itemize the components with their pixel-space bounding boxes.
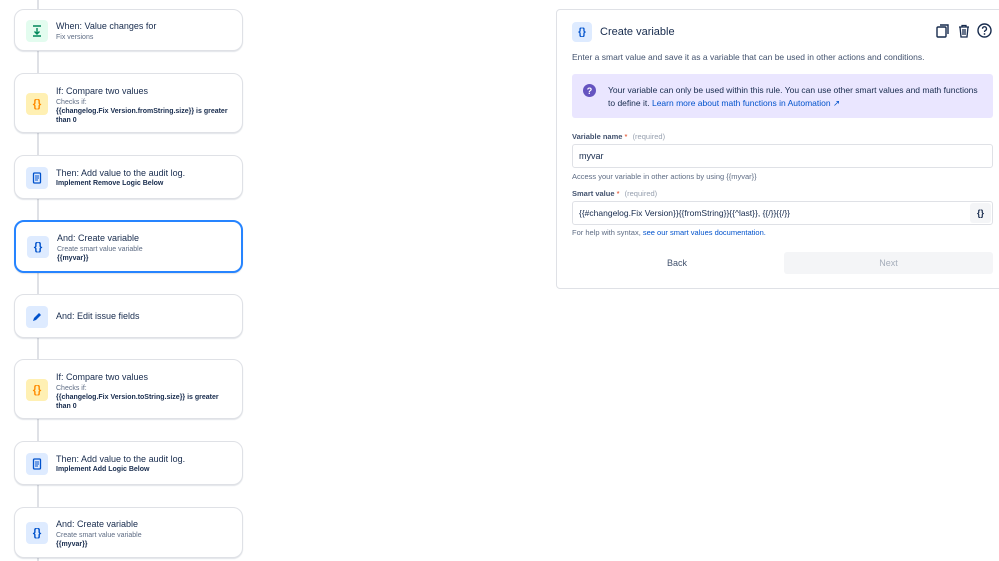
- pencil-icon: [26, 306, 48, 328]
- card-title: And: Edit issue fields: [56, 311, 140, 321]
- card-subtitle: Create smart value variable: [56, 532, 142, 539]
- card-title: If: Compare two values: [56, 372, 149, 382]
- rule-card-create-variable[interactable]: {} And: Create variable Create smart val…: [14, 507, 243, 558]
- rule-card-trigger[interactable]: When: Value changes for Fix versions: [14, 9, 243, 51]
- braces-icon: {}: [26, 522, 48, 544]
- required-mark: *: [616, 189, 620, 198]
- smart-value-label-text: Smart value: [572, 189, 615, 198]
- smart-value-insert-button[interactable]: {}: [970, 203, 991, 223]
- help-prefix: For help with syntax,: [572, 228, 641, 237]
- math-functions-link[interactable]: Learn more about math functions in Autom…: [652, 98, 840, 108]
- required-mark: *: [624, 132, 628, 141]
- panel-description: Enter a smart value and save it as a var…: [572, 52, 925, 62]
- card-detail: Implement Remove Logic Below: [56, 180, 164, 187]
- panel-tools: [935, 23, 992, 38]
- card-subtitle: Checks if:: [56, 385, 87, 392]
- syntax-help-text: For help with syntax, see our smart valu…: [572, 228, 766, 237]
- rule-card-action[interactable]: Then: Add value to the audit log. Implem…: [14, 155, 243, 199]
- variable-name-label: Variable name * (required): [572, 132, 665, 141]
- next-button[interactable]: Next: [784, 252, 993, 274]
- card-title: And: Create variable: [57, 233, 140, 243]
- info-text: Your variable can only be used within th…: [608, 84, 978, 110]
- rule-card-edit-fields[interactable]: And: Edit issue fields: [14, 294, 243, 338]
- card-detail: Implement Add Logic Below: [56, 466, 150, 473]
- trash-icon[interactable]: [956, 23, 971, 38]
- card-title: Then: Add value to the audit log.: [56, 168, 186, 178]
- card-detail: {{changelog.Fix Version.toString.size}} …: [56, 394, 219, 410]
- card-subtitle: Checks if:: [56, 99, 87, 106]
- braces-icon: {}: [26, 379, 48, 401]
- required-text: (required): [624, 189, 658, 198]
- rule-card-condition[interactable]: {} If: Compare two values Checks if: {{c…: [14, 73, 243, 133]
- audit-log-icon: [26, 453, 48, 475]
- smart-value-input[interactable]: {{#changelog.Fix Version}}{{fromString}}…: [572, 201, 993, 225]
- audit-log-icon: [26, 167, 48, 189]
- required-text: (required): [632, 132, 666, 141]
- rule-card-condition[interactable]: {} If: Compare two values Checks if: {{c…: [14, 359, 243, 419]
- card-title: And: Create variable: [56, 519, 139, 529]
- rule-card-create-variable-selected[interactable]: {} And: Create variable Create smart val…: [14, 220, 243, 273]
- card-subtitle: Create smart value variable: [57, 246, 143, 253]
- braces-icon: {}: [572, 22, 592, 42]
- rule-card-action[interactable]: Then: Add value to the audit log. Implem…: [14, 441, 243, 485]
- card-title: When: Value changes for: [56, 21, 157, 31]
- card-detail: {{changelog.Fix Version.fromString.size}…: [56, 108, 228, 124]
- question-icon: ?: [583, 84, 596, 97]
- variable-helper-text: Access your variable in other actions by…: [572, 172, 757, 181]
- trigger-icon: [26, 20, 48, 42]
- panel-header: {} Create variable: [572, 22, 675, 42]
- smart-values-docs-link[interactable]: see our smart values documentation.: [643, 228, 766, 237]
- card-title: Then: Add value to the audit log.: [56, 454, 186, 464]
- variable-name-input[interactable]: myvar: [572, 144, 993, 168]
- card-subtitle: Fix versions: [56, 34, 94, 41]
- card-detail: {{myvar}}: [56, 541, 88, 548]
- smart-value-label: Smart value * (required): [572, 189, 657, 198]
- braces-icon: {}: [27, 236, 49, 258]
- card-detail: {{myvar}}: [57, 255, 89, 262]
- panel-title: Create variable: [600, 26, 675, 38]
- help-icon[interactable]: [977, 23, 992, 38]
- duplicate-icon[interactable]: [935, 23, 950, 38]
- create-variable-panel: {} Create variable Enter a smart value a…: [556, 9, 999, 289]
- card-title: If: Compare two values: [56, 86, 149, 96]
- info-banner: ? Your variable can only be used within …: [572, 74, 993, 118]
- back-button[interactable]: Back: [572, 252, 782, 274]
- automation-rule-editor: When: Value changes for Fix versions {} …: [0, 0, 999, 561]
- variable-name-label-text: Variable name: [572, 132, 623, 141]
- braces-icon: {}: [26, 93, 48, 115]
